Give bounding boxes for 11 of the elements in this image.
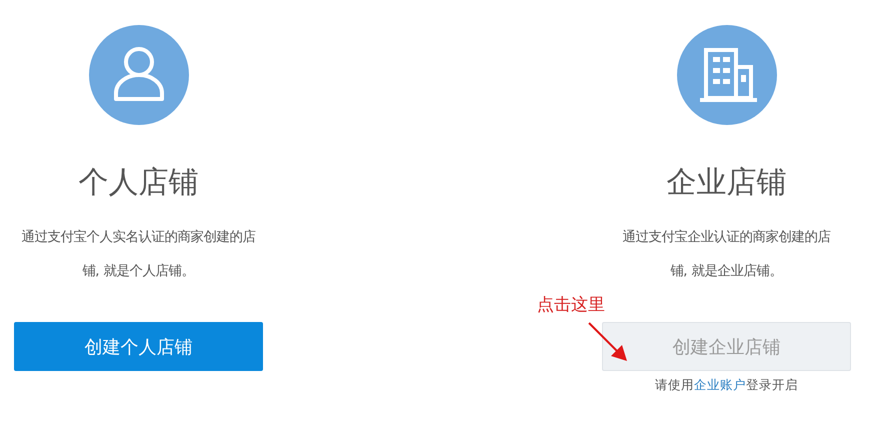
card-description: 通过支付宝个人实名认证的商家创建的店铺, 就是个人店铺。	[20, 228, 256, 281]
person-icon	[88, 25, 188, 125]
company-account-link[interactable]: 企业账户	[694, 377, 746, 392]
login-hint: 请使用企业账户登录开启	[655, 377, 798, 394]
card-title: 个人店铺	[78, 164, 198, 202]
card-title: 企业店铺	[666, 164, 786, 202]
create-shop-button[interactable]: 创建个人店铺	[14, 322, 263, 371]
building-icon	[676, 25, 776, 125]
annotation-text: 点击这里	[537, 294, 605, 316]
card-description: 通过支付宝企业认证的商家创建的店铺, 就是企业店铺。	[622, 228, 832, 281]
arrow-icon	[587, 321, 629, 363]
